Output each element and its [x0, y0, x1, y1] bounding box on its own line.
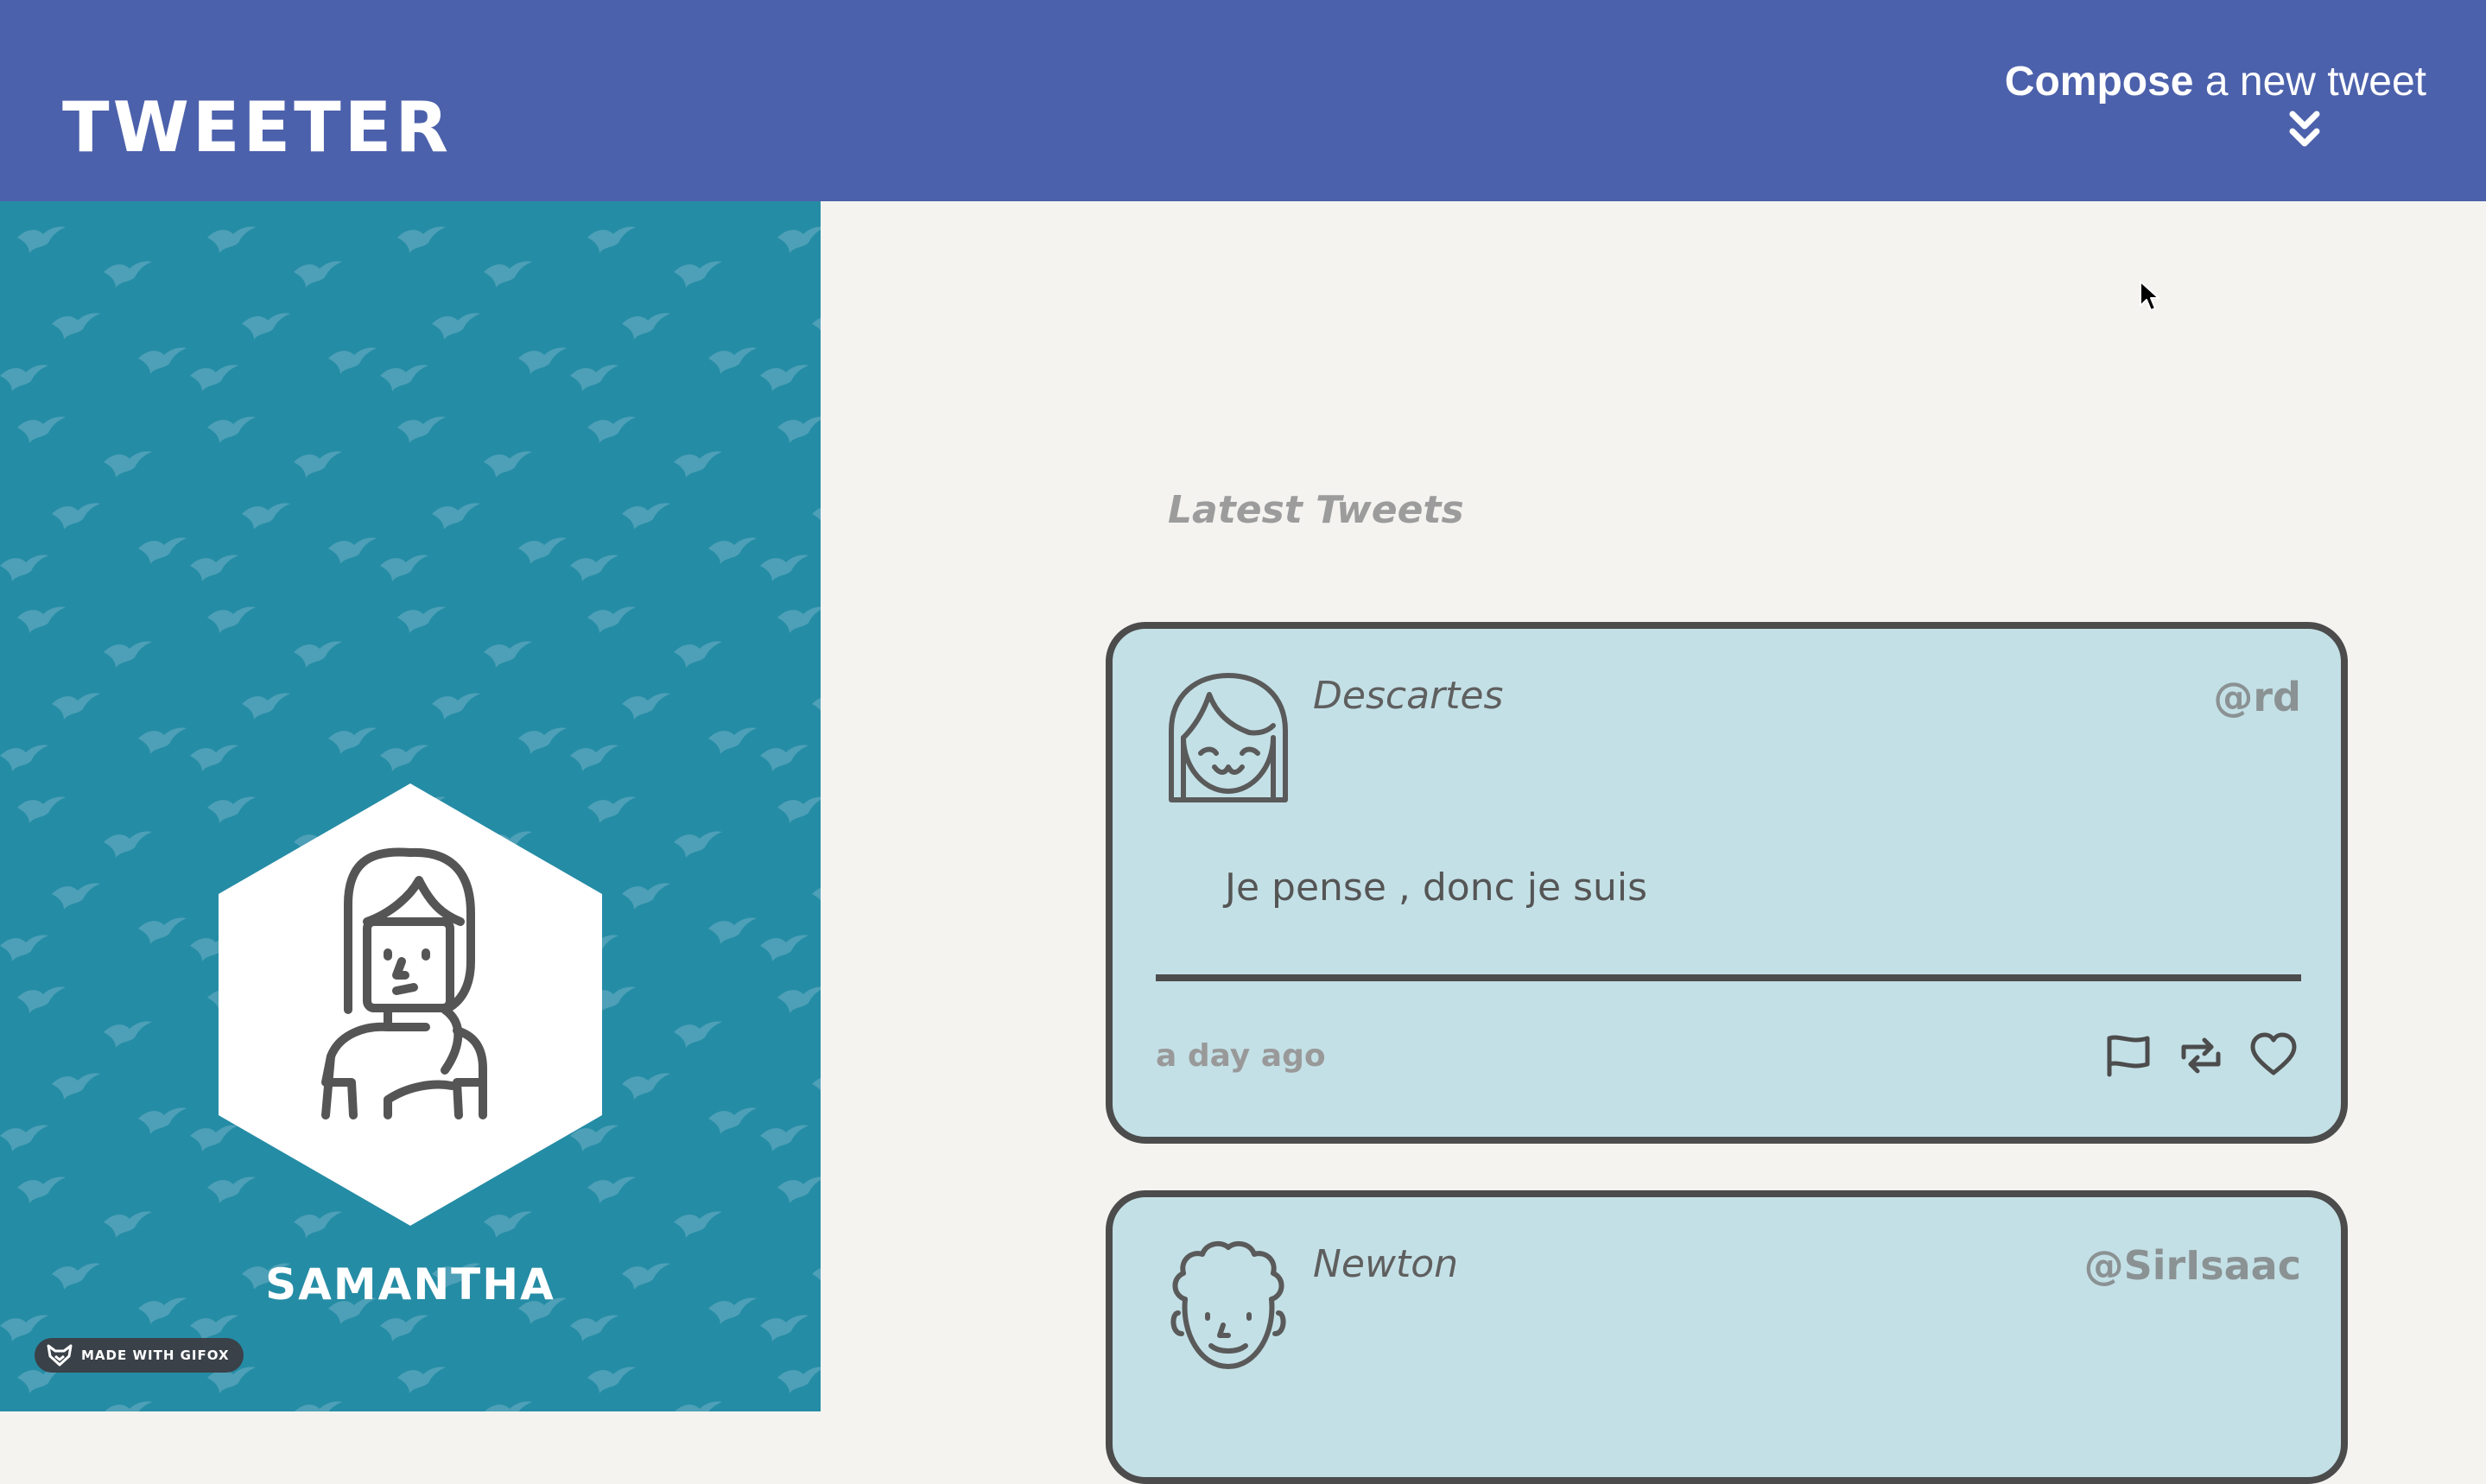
tweet-author-name[interactable]: Descartes [1313, 674, 1503, 718]
gifox-badge-label: MADE WITH GIFOX [81, 1348, 230, 1363]
tweet-divider [1156, 974, 2301, 981]
tweet-author-handle[interactable]: @SirIsaac [2084, 1242, 2301, 1289]
heart-icon[interactable] [2249, 1031, 2298, 1080]
app-logo[interactable]: TWEETER [62, 86, 452, 169]
tweet-timestamp: a day ago [1156, 1038, 1326, 1074]
feed-heading: Latest Tweets [1168, 488, 1464, 532]
tweet-author-name[interactable]: Newton [1313, 1242, 1458, 1286]
chevron-double-down-icon[interactable] [2287, 107, 2322, 152]
compose-label[interactable]: Compose a new tweet [2005, 52, 2426, 112]
tweet-card: Newton @SirIsaac [1106, 1190, 2348, 1484]
profile-username: SAMANTHA [265, 1259, 555, 1310]
tweet-actions [2104, 1031, 2298, 1080]
gifox-badge[interactable]: MADE WITH GIFOX [35, 1338, 244, 1373]
fox-icon [47, 1344, 73, 1367]
tweet-body: Je pense , donc je suis [1225, 866, 1648, 910]
tweet-avatar [1169, 673, 1288, 802]
mouse-cursor-icon [2140, 281, 2159, 311]
app-header: TWEETER Compose a new tweet [0, 0, 2486, 201]
avatar [219, 783, 602, 1226]
retweet-icon[interactable] [2177, 1031, 2225, 1080]
flag-icon[interactable] [2104, 1031, 2153, 1080]
compose-label-rest[interactable]: a new tweet [2205, 59, 2426, 105]
tweet-avatar [1170, 1240, 1286, 1369]
tweet-card: Descartes @rd Je pense , donc je suis a … [1106, 622, 2348, 1144]
tweet-author-handle[interactable]: @rd [2213, 674, 2301, 720]
compose-label-bold[interactable]: Compose [2005, 59, 2194, 105]
compose-toggle[interactable]: Compose a new tweet [2005, 52, 2426, 112]
profile-sidebar: SAMANTHA MADE WITH GIFOX [0, 201, 821, 1411]
